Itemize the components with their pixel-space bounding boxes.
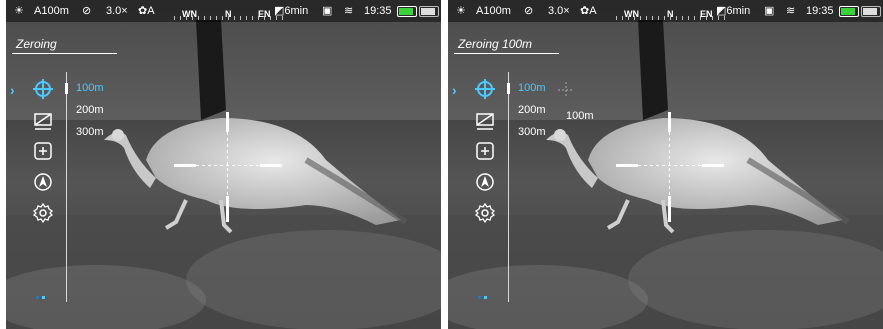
menu-divider-line <box>508 72 509 302</box>
distance-option-200m[interactable]: 200m <box>76 104 104 116</box>
gear-mode-indicator: ✿A <box>138 5 155 17</box>
clock-time: 19:35 <box>364 5 392 17</box>
display-off-icon[interactable] <box>474 110 496 132</box>
zero-profile-label: A100m <box>476 5 511 17</box>
sun-icon: ☀ <box>14 5 24 17</box>
menu-title: Zeroing <box>16 37 57 51</box>
wifi-icon: ≋ <box>344 5 354 17</box>
external-battery-icon <box>861 6 881 17</box>
status-bar: ☀ A100m ⊘ 3.0× ✿A WN N EN ◩6min ▣ ≋ 19:3… <box>448 0 883 22</box>
compass-right: EN <box>700 9 713 19</box>
compass: WN N EN <box>616 4 726 22</box>
display-off-icon[interactable] <box>32 110 54 132</box>
mini-crosshair-icon <box>558 82 574 98</box>
scroll-position-marker <box>507 83 510 94</box>
compass-left: WN <box>624 9 639 19</box>
scroll-position-marker <box>65 83 68 94</box>
distance-option-100m[interactable]: 100m <box>76 82 104 94</box>
distance-option-300m[interactable]: 300m <box>76 126 104 138</box>
menu-title: Zeroing 100m <box>458 37 533 51</box>
recording-indicator: ◩6min <box>716 5 751 17</box>
distance-option-200m[interactable]: 200m <box>518 104 546 116</box>
crosshair-icon[interactable] <box>474 78 496 100</box>
compass-center: N <box>667 9 674 19</box>
gear-mode-label: A <box>147 5 155 17</box>
clock-time: 19:35 <box>806 5 834 17</box>
navigation-icon[interactable] <box>32 171 54 193</box>
zoom-level: 3.0× <box>548 5 570 17</box>
gear-mode-indicator: ✿A <box>580 5 597 17</box>
storage-icon: ▣ <box>322 5 333 17</box>
sun-icon: ☀ <box>456 5 466 17</box>
title-underline <box>12 53 117 54</box>
zoom-level: 3.0× <box>106 5 128 17</box>
external-battery-icon <box>419 6 439 17</box>
compass-left: WN <box>182 9 197 19</box>
thermal-screen-zeroing: ☀ A100m ⊘ 3.0× ✿A WN N EN ◩6min ▣ ≋ 19:3… <box>6 0 441 329</box>
distance-option-100m[interactable]: 100m <box>518 82 546 94</box>
selection-arrow-icon: › <box>10 82 15 98</box>
zeroing-distance-value: 100m <box>566 110 594 122</box>
settings-gear-icon[interactable] <box>474 202 496 224</box>
navigation-icon[interactable] <box>474 171 496 193</box>
selection-arrow-icon: › <box>452 82 457 98</box>
pip-icon: ⊘ <box>82 5 92 17</box>
status-bar: ☀ A100m ⊘ 3.0× ✿A WN N EN ◩6min ▣ ≋ 19:3… <box>6 0 441 22</box>
page-indicator <box>36 296 48 300</box>
compass-center: N <box>225 9 232 19</box>
gear-mode-label: A <box>589 5 597 17</box>
thermal-screen-zeroing-100m: ☀ A100m ⊘ 3.0× ✿A WN N EN ◩6min ▣ ≋ 19:3… <box>448 0 883 329</box>
settings-gear-icon[interactable] <box>32 202 54 224</box>
plus-square-icon[interactable] <box>32 140 54 162</box>
compass: WN N EN <box>174 4 284 22</box>
pip-icon: ⊘ <box>524 5 534 17</box>
menu-divider-line <box>66 72 67 302</box>
compass-right: EN <box>258 9 271 19</box>
storage-icon: ▣ <box>764 5 775 17</box>
page-indicator <box>478 296 490 300</box>
recording-indicator: ◩6min <box>274 5 309 17</box>
battery-icon <box>397 6 417 17</box>
plus-square-icon[interactable] <box>474 140 496 162</box>
title-underline <box>454 53 559 54</box>
wifi-icon: ≋ <box>786 5 796 17</box>
crosshair-icon[interactable] <box>32 78 54 100</box>
distance-option-300m[interactable]: 300m <box>518 126 546 138</box>
zero-profile-label: A100m <box>34 5 69 17</box>
recording-time: 6min <box>726 5 751 17</box>
battery-icon <box>839 6 859 17</box>
recording-time: 6min <box>284 5 309 17</box>
